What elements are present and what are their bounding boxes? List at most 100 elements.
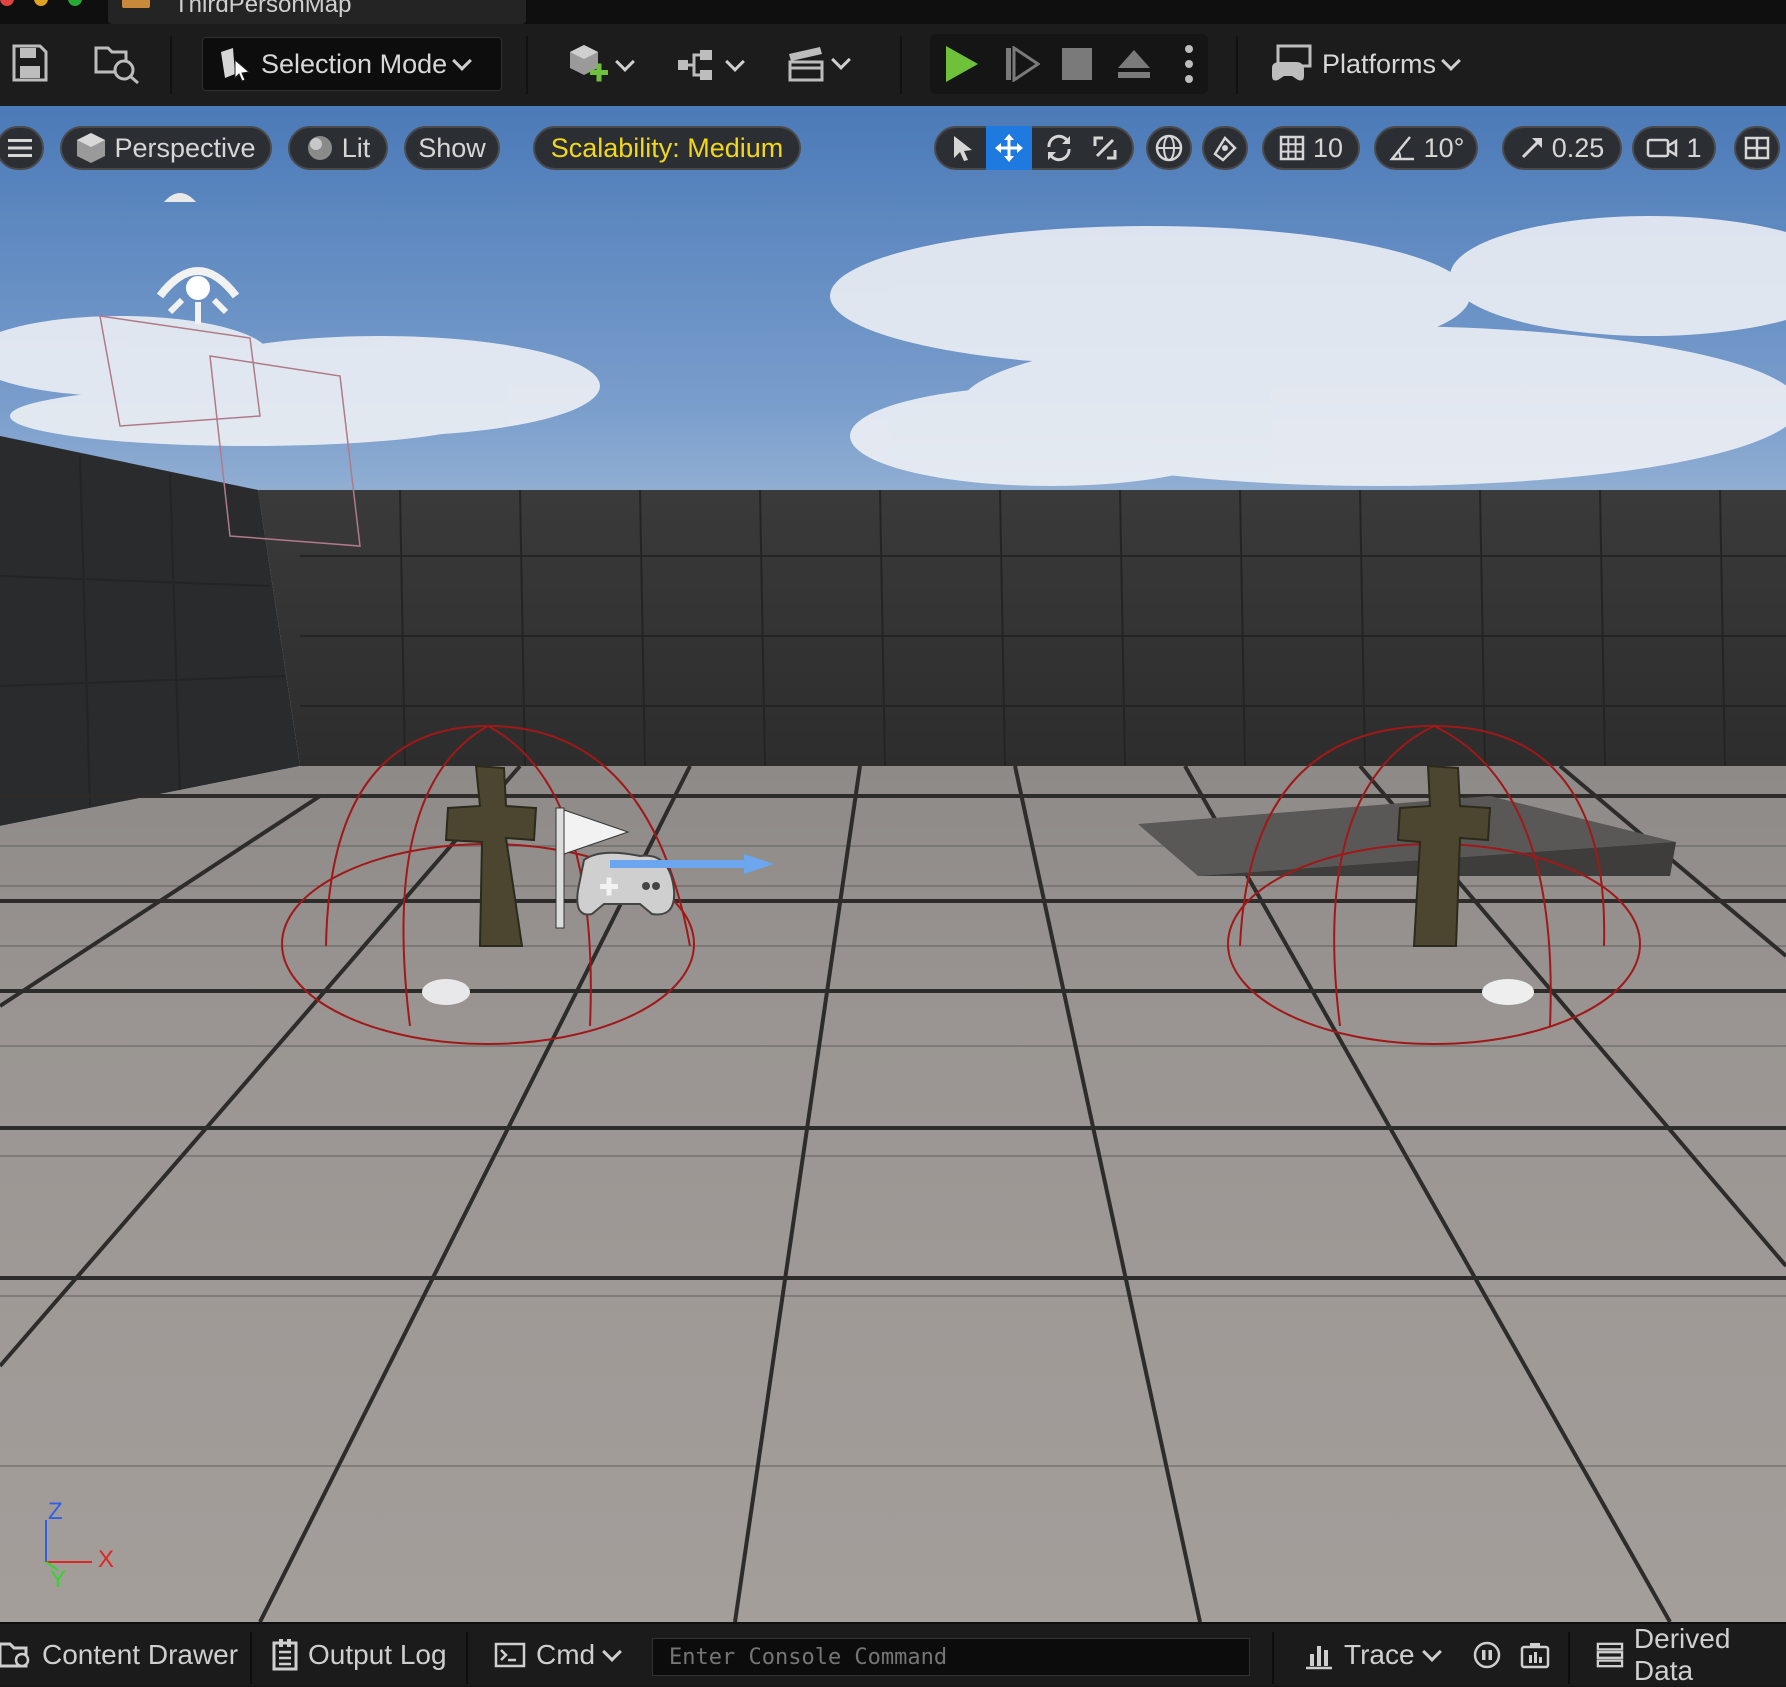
minimize-window-button[interactable] [34,0,48,6]
scale-icon [1093,136,1117,160]
cinematics-button[interactable] [786,44,851,82]
viewport-options-button[interactable] [0,126,44,170]
move-arrows-icon [995,134,1023,162]
trace-icon [1306,1646,1332,1670]
rock-left [422,979,470,1005]
back-wall [258,490,1786,766]
scene-render [0,193,1786,1622]
content-drawer-label: Content Drawer [42,1639,239,1670]
content-drawer-icon [0,1642,30,1668]
show-flags-button[interactable]: Show [404,126,500,170]
surface-snapping-button[interactable] [1202,126,1248,170]
camera-icon [1647,138,1678,158]
scale-tool-button[interactable] [1082,126,1128,170]
coordinate-system-button[interactable] [1146,126,1192,170]
chevron-down-icon [602,1641,623,1662]
output-log-button[interactable]: Output Log [272,1624,447,1686]
add-actor-button[interactable] [566,42,635,88]
stop-button[interactable] [1062,48,1092,80]
cmd-dropdown[interactable]: Cmd [494,1624,623,1686]
play-options-button[interactable] [1184,44,1194,84]
chevron-down-icon [1441,50,1461,71]
translate-tool-button[interactable] [986,126,1032,170]
platforms-dropdown[interactable]: Platforms [1270,44,1461,84]
level-viewport[interactable]: Z X Y Perspective Lit Show Scalability: … [0,106,1786,1622]
layout-grid-icon [1744,136,1770,160]
blueprint-button[interactable] [676,48,745,82]
console-command-input[interactable] [652,1638,1250,1676]
select-tool-button[interactable] [940,126,986,170]
rotation-snap-button[interactable]: 10° [1374,126,1478,170]
cube-icon [77,133,106,163]
maximize-window-button[interactable] [68,0,82,6]
play-button[interactable] [944,44,980,84]
title-bar: ThirdPersonMap [0,0,1786,24]
scale-snap-button[interactable]: 0.25 [1502,126,1622,170]
camera-speed-value: 1 [1686,132,1702,163]
rotate-icon [1047,134,1071,162]
selection-mode-label: Selection Mode [261,48,448,79]
angle-icon [1388,136,1414,161]
level-icon [122,0,150,8]
scale-snap-icon [1521,137,1542,159]
grid-snap-value: 10 [1312,132,1344,163]
chevron-down-icon [725,51,745,72]
eject-icon [1118,50,1150,78]
rotation-snap-value: 10° [1423,132,1465,163]
content-drawer-button[interactable]: Content Drawer [0,1624,238,1686]
viewport-layout-button[interactable] [1734,126,1780,170]
toolbar-divider [900,36,902,94]
chevron-down-icon [452,50,473,71]
platforms-label: Platforms [1322,48,1437,79]
axis-x-label: X [98,1546,115,1573]
derived-data-button[interactable]: Derived Data [1596,1623,1786,1686]
stop-icon [1062,48,1092,80]
output-log-icon [272,1639,298,1671]
advance-frame-button[interactable] [1004,46,1040,82]
close-window-button[interactable] [0,0,14,6]
scalability-warning-button[interactable]: Scalability: Medium [533,126,801,170]
rotate-tool-button[interactable] [1036,126,1082,170]
statusbar-divider [1568,1632,1570,1684]
scalability-label: Scalability: Medium [550,132,784,163]
blueprint-icon [678,50,712,80]
view-mode-button[interactable]: Lit [288,126,388,170]
level-tab-label: ThirdPersonMap [174,0,352,18]
save-button[interactable] [12,44,48,82]
derived-data-label: Derived Data [1633,1623,1731,1686]
surface-snap-icon [1213,136,1237,162]
toolbar-divider [1236,36,1238,94]
perspective-button[interactable]: Perspective [60,126,272,170]
record-trace-icon [1473,1641,1501,1669]
clouds [0,216,1786,486]
screenshot-trace-button[interactable] [1520,1624,1550,1686]
hamburger-menu-icon [8,139,32,157]
toolbar-divider [170,36,172,94]
statusbar-divider [466,1632,468,1684]
cursor-arrow-icon [954,136,972,161]
chevron-down-icon [615,51,635,72]
grid-snap-button[interactable]: 10 [1262,126,1360,170]
eject-button[interactable] [1116,48,1152,80]
level-tab[interactable]: ThirdPersonMap [108,0,526,24]
view-mode-label: Lit [341,132,371,163]
toolbar-divider [526,36,528,94]
axis-y-label: Y [50,1566,67,1593]
clapperboard-icon [788,47,824,82]
browse-button[interactable] [94,42,140,84]
main-toolbar: Selection Mode Platforms [0,24,1786,106]
viewport-toolbar: Perspective Lit Show Scalability: Medium [0,106,1786,188]
camera-speed-button[interactable]: 1 [1632,126,1716,170]
statusbar-divider [250,1632,252,1684]
trace-record-button[interactable] [1472,1624,1502,1686]
sky-atmosphere-icon[interactable] [164,193,196,202]
status-bar: Content Drawer Output Log Cmd Trace [0,1622,1786,1686]
trace-dropdown[interactable]: Trace [1304,1624,1442,1686]
axis-z-label: Z [48,1498,63,1525]
chevron-down-icon [831,49,851,70]
scale-snap-value: 0.25 [1551,132,1605,163]
rock-right [1482,979,1534,1005]
add-actor-icon [570,45,608,82]
lit-sphere-icon [307,136,332,160]
selection-mode-dropdown[interactable]: Selection Mode [202,37,502,91]
